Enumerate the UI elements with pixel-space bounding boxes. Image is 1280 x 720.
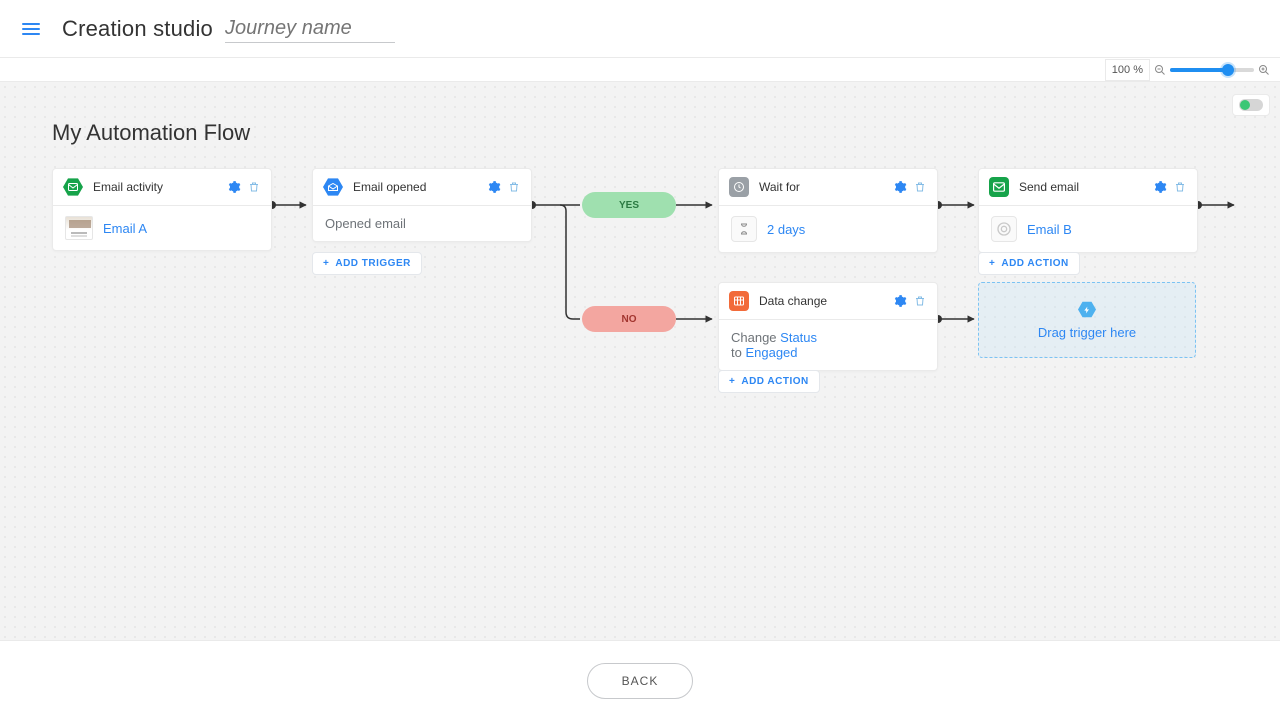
change-value[interactable]: Engaged — [745, 345, 797, 360]
email-link[interactable]: Email A — [103, 221, 147, 236]
page-title: Creation studio — [62, 16, 213, 42]
gear-icon[interactable] — [227, 180, 241, 194]
node-email-activity[interactable]: Email activity Email A — [52, 168, 272, 251]
trigger-hex-icon — [1078, 301, 1096, 319]
menu-icon[interactable] — [16, 17, 46, 41]
gear-icon[interactable] — [487, 180, 501, 194]
node-wait-for[interactable]: Wait for 2 days — [718, 168, 938, 253]
email-placeholder-icon — [991, 216, 1017, 242]
drop-label: Drag trigger here — [1038, 325, 1136, 340]
drop-trigger-target[interactable]: Drag trigger here — [978, 282, 1196, 358]
zoom-slider[interactable] — [1170, 68, 1254, 72]
gear-icon[interactable] — [893, 294, 907, 308]
node-title: Email activity — [93, 180, 227, 194]
add-action-button[interactable]: + ADD ACTION — [978, 252, 1080, 275]
change-label: Change — [731, 330, 777, 345]
email-opened-icon — [323, 177, 343, 197]
node-email-opened[interactable]: Email opened Opened email — [312, 168, 532, 242]
node-title: Wait for — [759, 180, 893, 194]
back-button[interactable]: BACK — [587, 663, 694, 699]
plus-icon: + — [729, 376, 735, 387]
add-action-label: ADD ACTION — [1001, 258, 1068, 269]
journey-name-input[interactable] — [225, 15, 395, 43]
stats-toggle[interactable] — [1232, 94, 1270, 116]
connectors — [0, 82, 1280, 640]
top-bar: Creation studio — [0, 0, 1280, 58]
decision-no[interactable]: NO — [582, 306, 676, 332]
plus-icon: + — [989, 258, 995, 269]
email-activity-icon — [63, 177, 83, 197]
decision-yes[interactable]: YES — [582, 192, 676, 218]
node-title: Send email — [1019, 180, 1153, 194]
add-action-label: ADD ACTION — [741, 376, 808, 387]
gear-icon[interactable] — [1153, 180, 1167, 194]
flow-title: My Automation Flow — [52, 120, 250, 146]
trash-icon[interactable] — [507, 180, 521, 194]
clock-icon — [729, 177, 749, 197]
gear-icon[interactable] — [893, 180, 907, 194]
node-title: Data change — [759, 294, 893, 308]
zoom-bar: 100 % — [0, 58, 1280, 82]
add-trigger-button[interactable]: + ADD TRIGGER — [312, 252, 422, 275]
add-trigger-label: ADD TRIGGER — [335, 258, 411, 269]
zoom-in-icon[interactable] — [1258, 64, 1270, 76]
wait-duration[interactable]: 2 days — [767, 222, 805, 237]
bottom-bar: BACK — [0, 640, 1280, 720]
node-send-email[interactable]: Send email Email B — [978, 168, 1198, 253]
email-thumbnail — [65, 216, 93, 240]
send-email-icon — [989, 177, 1009, 197]
hourglass-icon — [731, 216, 757, 242]
email-link[interactable]: Email B — [1027, 222, 1072, 237]
trash-icon[interactable] — [1173, 180, 1187, 194]
trash-icon[interactable] — [913, 180, 927, 194]
node-content: Opened email — [325, 216, 406, 231]
flow-canvas[interactable]: My Automation Flow — [0, 82, 1280, 640]
zoom-percent: 100 % — [1105, 59, 1150, 81]
data-change-icon — [729, 291, 749, 311]
node-title: Email opened — [353, 180, 487, 194]
trash-icon[interactable] — [913, 294, 927, 308]
node-data-change[interactable]: Data change Change Status to Engaged — [718, 282, 938, 371]
plus-icon: + — [323, 258, 329, 269]
add-action-button-2[interactable]: + ADD ACTION — [718, 370, 820, 393]
trash-icon[interactable] — [247, 180, 261, 194]
zoom-out-icon[interactable] — [1154, 64, 1166, 76]
to-label: to — [731, 345, 742, 360]
change-field[interactable]: Status — [780, 330, 817, 345]
